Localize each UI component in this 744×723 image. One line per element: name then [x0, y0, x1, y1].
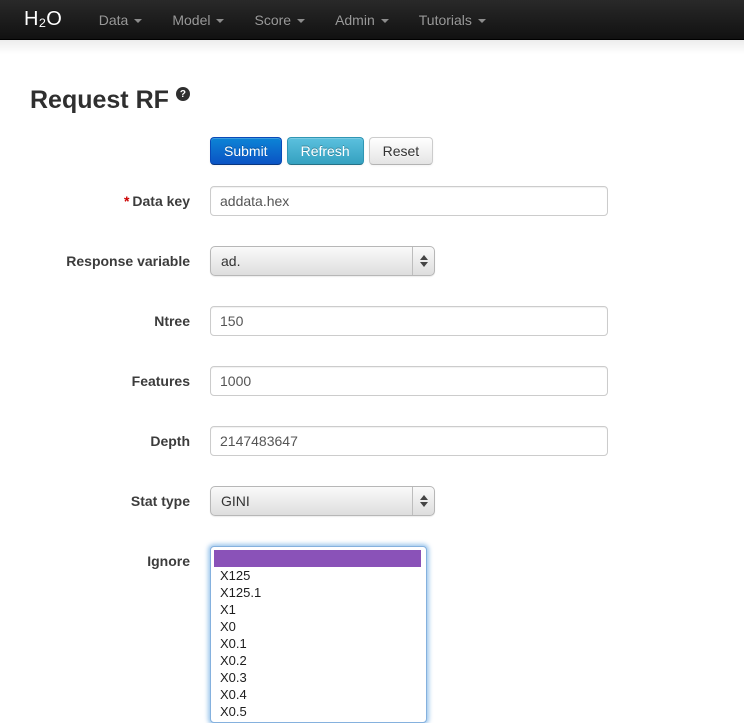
help-icon[interactable]: ? — [176, 87, 190, 101]
stat-type-label: Stat type — [30, 486, 190, 516]
stat-type-cell: GINI — [210, 486, 435, 516]
features-cell — [210, 366, 608, 396]
navbar-shadow — [0, 40, 744, 54]
caret-down-icon — [216, 19, 224, 23]
nav-item-score[interactable]: Score — [239, 0, 320, 39]
features-input[interactable] — [210, 366, 608, 396]
response-variable-cell: ad. — [210, 246, 435, 276]
ntree-label: Ntree — [30, 306, 190, 336]
submit-button[interactable]: Submit — [210, 137, 282, 165]
form-row-response-variable: Response variable ad. — [30, 246, 714, 276]
ntree-cell — [210, 306, 608, 336]
nav-menu: Data Model Score Admin Tutorials — [84, 0, 501, 39]
select-stepper-icon — [412, 247, 434, 275]
list-item[interactable]: X0.2 — [214, 652, 421, 669]
list-item[interactable]: X0.4 — [214, 686, 421, 703]
nav-item-admin[interactable]: Admin — [320, 0, 404, 39]
nav-item-label: Admin — [335, 12, 375, 28]
stat-type-select[interactable]: GINI — [210, 486, 435, 516]
depth-input[interactable] — [210, 426, 608, 456]
ignore-multiselect[interactable]: X125 X125.1 X1 X0 X0.1 X0.2 X0.3 X0.4 X0… — [210, 546, 427, 723]
list-item[interactable]: X125 — [214, 567, 421, 584]
data-key-label: *Data key — [30, 186, 190, 216]
list-item[interactable]: X0.3 — [214, 669, 421, 686]
ignore-label: Ignore — [30, 546, 190, 723]
list-item[interactable]: X1 — [214, 601, 421, 618]
nav-item-label: Data — [99, 12, 129, 28]
select-stepper-icon — [412, 487, 434, 515]
depth-cell — [210, 426, 608, 456]
form-row-stat-type: Stat type GINI — [30, 486, 714, 516]
caret-down-icon — [297, 19, 305, 23]
form-row-ignore: Ignore X125 X125.1 X1 X0 X0.1 X0.2 X0.3 … — [30, 546, 714, 723]
reset-button[interactable]: Reset — [369, 137, 434, 165]
arrow-up-icon — [420, 495, 428, 500]
ntree-input[interactable] — [210, 306, 608, 336]
caret-down-icon — [478, 19, 486, 23]
response-variable-label: Response variable — [30, 246, 190, 276]
form-row-data-key: *Data key — [30, 186, 714, 216]
top-navbar: H₂O Data Model Score Admin Tutorials — [0, 0, 744, 40]
caret-down-icon — [381, 19, 389, 23]
data-key-cell — [210, 186, 608, 216]
page-title: Request RF — [30, 86, 169, 115]
page-header: Request RF ? — [30, 86, 714, 115]
arrow-down-icon — [420, 262, 428, 267]
list-item[interactable] — [214, 550, 421, 567]
h2o-logo[interactable]: H₂O — [0, 8, 84, 31]
arrow-up-icon — [420, 255, 428, 260]
caret-down-icon — [134, 19, 142, 23]
nav-item-data[interactable]: Data — [84, 0, 158, 39]
form-row-ntree: Ntree — [30, 306, 714, 336]
list-item[interactable]: X0.1 — [214, 635, 421, 652]
nav-item-label: Score — [254, 12, 291, 28]
selected-value: GINI — [211, 493, 412, 509]
main-content: Request RF ? Submit Refresh Reset *Data … — [0, 54, 744, 723]
form-row-features: Features — [30, 366, 714, 396]
form-row-depth: Depth — [30, 426, 714, 456]
form-actions: Submit Refresh Reset — [210, 137, 714, 165]
depth-label: Depth — [30, 426, 190, 456]
selected-value: ad. — [211, 253, 412, 269]
nav-item-label: Model — [172, 12, 210, 28]
nav-item-model[interactable]: Model — [157, 0, 239, 39]
list-item[interactable]: X125.1 — [214, 584, 421, 601]
required-asterisk: * — [124, 193, 129, 209]
response-variable-select[interactable]: ad. — [210, 246, 435, 276]
nav-item-tutorials[interactable]: Tutorials — [404, 0, 501, 39]
refresh-button[interactable]: Refresh — [287, 137, 364, 165]
list-item[interactable]: X0 — [214, 618, 421, 635]
ignore-cell: X125 X125.1 X1 X0 X0.1 X0.2 X0.3 X0.4 X0… — [210, 546, 427, 723]
nav-item-label: Tutorials — [419, 12, 472, 28]
list-item[interactable]: X0.5 — [214, 703, 421, 720]
features-label: Features — [30, 366, 190, 396]
arrow-down-icon — [420, 502, 428, 507]
data-key-input[interactable] — [210, 186, 608, 216]
